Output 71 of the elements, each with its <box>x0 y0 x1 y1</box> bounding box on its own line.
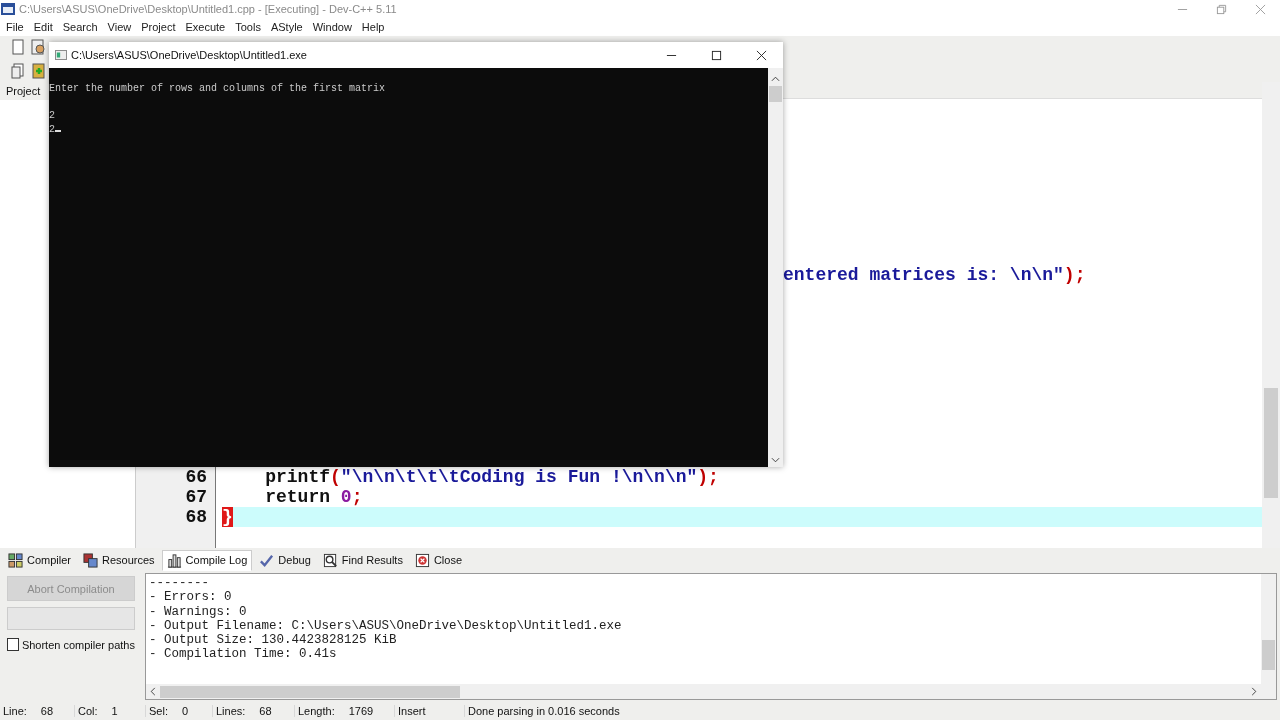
line-number: 66 <box>185 467 207 487</box>
status-label: Sel: <box>149 705 168 717</box>
panel-tab[interactable]: Compiler <box>3 549 76 571</box>
code-line: printf("\n\n\t\t\tCoding is Fun !\n\n\n"); <box>264 467 719 487</box>
code-line: return 0; <box>264 487 363 507</box>
status-label: Line: <box>3 705 27 717</box>
log-line: - Output Size: 130.4423828125 KiB <box>149 633 398 648</box>
status-value: 0 <box>181 705 189 717</box>
console-scrollbar[interactable] <box>768 68 783 467</box>
log-line: - Compilation Time: 0.41s <box>149 647 338 662</box>
menu-item[interactable]: Tools <box>235 21 261 33</box>
panel-tab[interactable]: Find Results <box>317 549 408 571</box>
squares-icon <box>83 552 98 568</box>
vertical-scrollbar[interactable] <box>1261 574 1276 699</box>
close-icon <box>414 552 430 568</box>
scrollbar-thumb[interactable] <box>1264 388 1278 498</box>
scrollbar-thumb[interactable] <box>1262 640 1275 670</box>
scrollbar-thumb[interactable] <box>160 685 460 698</box>
scroll-right-icon[interactable] <box>1251 687 1257 696</box>
console-icon <box>55 50 67 60</box>
horizontal-scrollbar[interactable] <box>146 684 1261 699</box>
status-label: Col: <box>78 705 98 717</box>
panel-tab[interactable]: Debug <box>254 549 316 571</box>
console-output: Enter the number of rows and columns of the first matrix 2 2 <box>49 83 386 135</box>
menu-item[interactable]: Help <box>361 21 385 33</box>
scroll-up-icon[interactable] <box>771 76 780 82</box>
window-title: C:\Users\ASUS\OneDrive\Desktop\Untitled1.cpp - [Executing] - Dev-C++ 5.11 <box>19 3 397 15</box>
console-title: C:\Users\ASUS\OneDrive\Desktop\Untitled1.exe <box>71 49 307 61</box>
scroll-left-icon[interactable] <box>150 687 156 696</box>
project-tab[interactable]: Project <box>6 85 41 97</box>
add-file-icon[interactable] <box>30 63 46 79</box>
grid-icon <box>8 552 23 568</box>
bar-chart-icon <box>166 552 182 568</box>
panel-tab[interactable]: Compile Log <box>161 549 253 571</box>
status-label: Done parsing in 0.016 seconds <box>468 705 620 717</box>
log-line: -------- <box>149 576 210 591</box>
line-number: 68 <box>185 507 207 527</box>
status-value: 68 <box>259 705 272 717</box>
status-value: 1 <box>111 705 118 717</box>
scroll-down-icon[interactable] <box>771 457 780 463</box>
panel-tab[interactable]: Resources <box>78 549 160 571</box>
maximize-icon[interactable] <box>711 49 722 61</box>
menu-item[interactable]: Edit <box>33 21 53 33</box>
panel-tab[interactable]: Close <box>409 549 468 571</box>
log-line: - Errors: 0 <box>149 590 233 605</box>
log-line: - Output Filename: C:\Users\ASUS\OneDrive\Desktop\Untitled1.exe <box>149 618 623 634</box>
menu-item[interactable]: Search <box>62 21 98 33</box>
magnifier-icon <box>322 552 338 568</box>
status-label: Length: <box>298 705 335 717</box>
menu-item[interactable]: AStyle <box>270 21 303 33</box>
checkmark-icon <box>259 552 275 568</box>
menu-item[interactable]: File <box>6 21 24 33</box>
app-icon <box>1 3 15 15</box>
menu-item[interactable]: Execute <box>185 21 226 33</box>
log-line: - Warnings: 0 <box>149 604 248 619</box>
menu-item[interactable]: View <box>107 21 132 33</box>
status-value: 68 <box>40 705 54 717</box>
line-number: 67 <box>185 487 207 507</box>
scrollbar-thumb[interactable] <box>769 86 782 102</box>
status-label: Insert <box>398 705 426 717</box>
close-icon[interactable] <box>756 49 767 61</box>
open-file-icon[interactable] <box>30 39 46 55</box>
menu-item[interactable]: Project <box>141 21 176 33</box>
code-line: entered matrices is: \n\n"); <box>783 265 1086 285</box>
document-icon[interactable] <box>10 63 26 79</box>
checkbox-label[interactable]: Shorten compiler paths <box>21 638 135 651</box>
menu-item[interactable]: Window <box>312 21 352 33</box>
status-value: 1769 <box>348 705 374 717</box>
status-label: Lines: <box>216 705 246 717</box>
restore-icon[interactable] <box>1216 3 1227 15</box>
checkbox[interactable] <box>7 638 19 651</box>
